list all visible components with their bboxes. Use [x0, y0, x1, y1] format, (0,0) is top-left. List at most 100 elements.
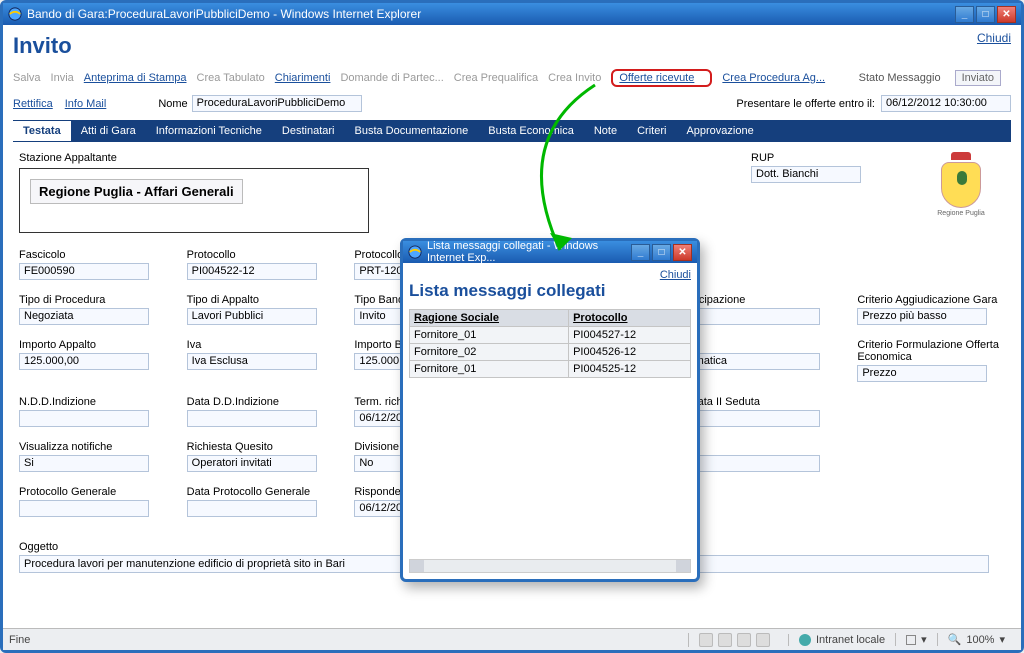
trust-icon-3[interactable]: [737, 633, 751, 647]
main-titlebar[interactable]: Bando di Gara:ProceduraLavoriPubbliciDem…: [3, 3, 1021, 25]
a-value[interactable]: [690, 455, 820, 472]
shield-small-icon: [906, 635, 916, 645]
richiesta-quesito-value[interactable]: Operatori invitati: [187, 455, 317, 472]
popup-h-scrollbar[interactable]: [409, 559, 691, 573]
data-seduta-value[interactable]: [690, 410, 820, 427]
chiarimenti-link[interactable]: Chiarimenti: [275, 72, 331, 84]
protected-mode-block[interactable]: ▾: [895, 633, 937, 646]
zoom-block[interactable]: 🔍 100% ▾: [937, 633, 1015, 646]
ie-icon: [408, 245, 422, 259]
tab-destinatari[interactable]: Destinatari: [272, 121, 345, 141]
importo-appalto-value[interactable]: 125.000,00: [19, 353, 149, 370]
criterio-agg-label: Criterio Aggiudicazione Gara: [857, 294, 1005, 306]
col-protocollo[interactable]: Protocollo: [569, 310, 691, 327]
table-row[interactable]: Fornitore_02PI004526-12: [410, 344, 691, 361]
ita-value[interactable]: matica: [690, 353, 820, 370]
criterio-form-label: Criterio Formulazione Offerta Economica: [857, 339, 1005, 363]
protocollo-label: Protocollo: [187, 249, 335, 261]
ie-icon: [8, 7, 22, 21]
presentare-field[interactable]: 06/12/2012 10:30:00: [881, 95, 1011, 112]
iva-value[interactable]: Iva Esclusa: [187, 353, 317, 370]
offerte-ricevute-link[interactable]: Offerte ricevute: [619, 72, 694, 84]
logo-block: Regione Puglia: [931, 152, 991, 217]
popup-window[interactable]: Lista messaggi collegati - Windows Inter…: [400, 238, 700, 582]
data-protocollo-gen-label: Data Protocollo Generale: [187, 486, 335, 498]
popup-maximize-button[interactable]: □: [652, 244, 671, 261]
popup-window-title: Lista messaggi collegati - Windows Inter…: [427, 240, 629, 264]
tipo-appalto-label: Tipo di Appalto: [187, 294, 335, 306]
popup-minimize-button[interactable]: _: [631, 244, 650, 261]
criterio-agg-value[interactable]: Prezzo più basso: [857, 308, 987, 325]
data-protocollo-gen-value[interactable]: [187, 500, 317, 517]
rup-label: RUP: [751, 152, 861, 164]
salva-link: Salva: [13, 72, 41, 84]
stato-messaggio-value: Inviato: [955, 70, 1001, 86]
protocollo-gen-label: Protocollo Generale: [19, 486, 167, 498]
stazione-box: Regione Puglia - Affari Generali: [19, 168, 369, 233]
visualizza-value[interactable]: Si: [19, 455, 149, 472]
scroll-right-button[interactable]: [676, 560, 690, 572]
data-dd-value[interactable]: [187, 410, 317, 427]
col-ragione[interactable]: Ragione Sociale: [410, 310, 569, 327]
fascicolo-label: Fascicolo: [19, 249, 167, 261]
ndd-label: N.D.D.Indizione: [19, 396, 167, 408]
close-button[interactable]: ✕: [997, 6, 1016, 23]
richiesta-quesito-label: Richiesta Quesito: [187, 441, 335, 453]
table-row[interactable]: Fornitore_01PI004525-12: [410, 361, 691, 378]
tab-criteri[interactable]: Criteri: [627, 121, 676, 141]
scroll-left-button[interactable]: [410, 560, 424, 572]
visualizza-label: Visualizza notifiche: [19, 441, 167, 453]
popup-close-button[interactable]: ✕: [673, 244, 692, 261]
maximize-button[interactable]: □: [976, 6, 995, 23]
tipo-procedura-value[interactable]: Negoziata: [19, 308, 149, 325]
logo-caption: Regione Puglia: [937, 210, 984, 217]
trust-icon-2[interactable]: [718, 633, 732, 647]
logo-crown-icon: [951, 152, 971, 160]
trust-icon-1[interactable]: [699, 633, 713, 647]
info-mail-link[interactable]: Info Mail: [65, 98, 107, 110]
anteprima-link[interactable]: Anteprima di Stampa: [84, 72, 187, 84]
tipo-appalto-value[interactable]: Lavori Pubblici: [187, 308, 317, 325]
domande-link: Domande di Partec...: [340, 72, 443, 84]
rup-value[interactable]: Dott. Bianchi: [751, 166, 861, 183]
nome-label: Nome: [158, 98, 187, 110]
trust-icon-4[interactable]: [756, 633, 770, 647]
data-dd-label: Data D.D.Indizione: [187, 396, 335, 408]
criterio-form-value[interactable]: Prezzo: [857, 365, 987, 382]
tab-testata[interactable]: Testata: [13, 121, 71, 141]
prequalifica-link: Crea Prequalifica: [454, 72, 538, 84]
ndd-value[interactable]: [19, 410, 149, 427]
tab-approvazione[interactable]: Approvazione: [676, 121, 763, 141]
zone-block[interactable]: Intranet locale: [788, 634, 895, 646]
partecipazione-value[interactable]: [690, 308, 820, 325]
trust-icons: [688, 633, 780, 647]
iva-label: Iva: [187, 339, 335, 351]
crea-tabulato-link: Crea Tabulato: [197, 72, 265, 84]
crea-procedura-link[interactable]: Crea Procedura Ag...: [722, 72, 825, 84]
messages-table: Ragione Sociale Protocollo Fornitore_01P…: [409, 309, 691, 378]
page-close-link[interactable]: Chiudi: [977, 31, 1011, 45]
popup-titlebar[interactable]: Lista messaggi collegati - Windows Inter…: [403, 241, 697, 263]
toolbar: Salva Invia Anteprima di Stampa Crea Tab…: [13, 65, 1011, 91]
window-title: Bando di Gara:ProceduraLavoriPubbliciDem…: [27, 7, 953, 21]
tab-atti[interactable]: Atti di Gara: [71, 121, 146, 141]
tab-info-tecniche[interactable]: Informazioni Tecniche: [146, 121, 272, 141]
toolbar-row-2: Rettifica Info Mail Nome ProceduraLavori…: [13, 91, 1011, 120]
popup-chiudi-link[interactable]: Chiudi: [660, 269, 691, 281]
tipo-procedura-label: Tipo di Procedura: [19, 294, 167, 306]
stazione-value: Regione Puglia - Affari Generali: [30, 179, 243, 204]
fascicolo-value[interactable]: FE000590: [19, 263, 149, 280]
protocollo-gen-value[interactable]: [19, 500, 149, 517]
tab-busta-econ[interactable]: Busta Economica: [478, 121, 584, 141]
nome-field[interactable]: ProceduraLavoriPubbliciDemo: [192, 95, 362, 112]
tabs: Testata Atti di Gara Informazioni Tecnic…: [13, 120, 1011, 142]
protocollo-value[interactable]: PI004522-12: [187, 263, 317, 280]
tab-note[interactable]: Note: [584, 121, 627, 141]
popup-body: Chiudi Lista messaggi collegati Ragione …: [403, 263, 697, 579]
table-row[interactable]: Fornitore_01PI004527-12: [410, 327, 691, 344]
ita-label: ia: [690, 339, 838, 351]
status-bar: Fine Intranet locale ▾ 🔍 100% ▾: [3, 628, 1021, 650]
tab-busta-doc[interactable]: Busta Documentazione: [345, 121, 479, 141]
rettifica-link[interactable]: Rettifica: [13, 98, 53, 110]
minimize-button[interactable]: _: [955, 6, 974, 23]
